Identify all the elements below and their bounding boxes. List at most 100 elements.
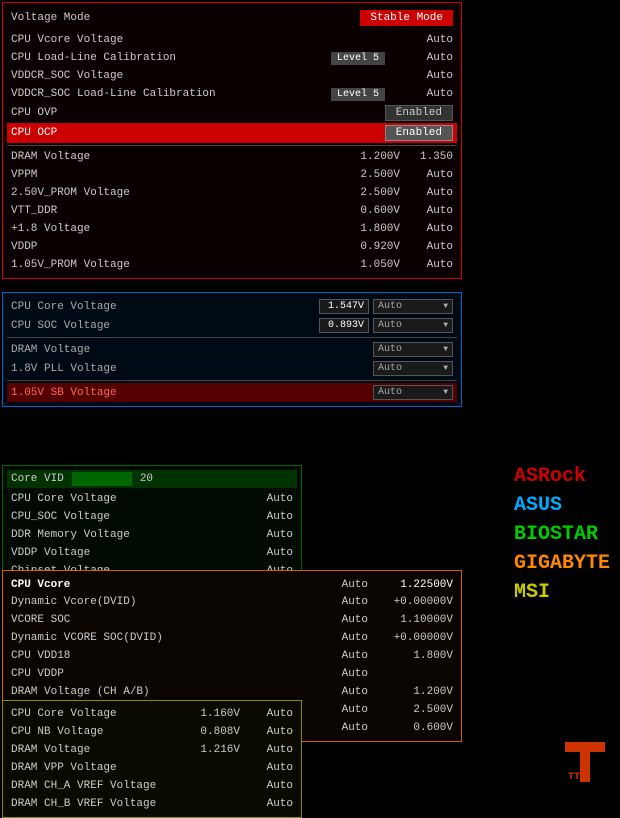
vtt-ddr-row: VTT_DDR 0.600V Auto (7, 202, 457, 220)
dropdown-arrow4-icon: ▼ (443, 364, 448, 373)
og-dvid-soc-row: Dynamic VCORE SOC(DVID) Auto +0.00000V (7, 629, 457, 647)
vddcr-soc-label: VDDCR_SOC Voltage (11, 70, 393, 82)
cpu-core-dropdown-val: Auto (378, 301, 402, 312)
asus-cpu-core-label: CPU Core Voltage (11, 301, 319, 313)
og-dvid-val: +0.00000V (368, 596, 453, 608)
msi-cpu-nb-values: 0.808V Auto (185, 726, 293, 738)
vddcr-soc-value: Auto (393, 70, 453, 82)
v18-voltage-row: +1.8 Voltage 1.800V Auto (7, 220, 457, 238)
cpu-ovp-row: CPU OVP Enabled (7, 103, 457, 123)
msi-cpu-nb-label: CPU NB Voltage (11, 726, 185, 738)
prom105-auto: Auto (408, 259, 453, 271)
vtt-ddr-num: 0.600V (345, 205, 400, 217)
og-dram-row: DRAM Voltage (CH A/B) Auto 1.200V (7, 683, 457, 701)
asus-pll-label: 1.8V PLL Voltage (11, 363, 373, 375)
msi-cpu-nb-auto: Auto (248, 726, 293, 738)
msi-panel: CPU Core Voltage 1.160V Auto CPU NB Volt… (2, 700, 302, 818)
cpu-ovp-value: Enabled (385, 105, 453, 121)
v18-voltage-label: +1.8 Voltage (11, 223, 345, 235)
og-vcore-soc-val: 1.10000V (368, 614, 453, 626)
prom105-label: 1.05V_PROM Voltage (11, 259, 345, 271)
msi-dram-values: 1.216V Auto (185, 744, 293, 756)
asus-divider2 (7, 380, 457, 381)
msi-cpu-core-row: CPU Core Voltage 1.160V Auto (7, 705, 297, 723)
prom-voltage-auto: Auto (408, 187, 453, 199)
og-ddrvpp-auto: Auto (308, 704, 368, 716)
msi-vref-a-auto: Auto (248, 780, 293, 792)
vtt-ddr-label: VTT_DDR (11, 205, 345, 217)
msi-brand: MSI (514, 581, 610, 604)
asus-dram-dropdown[interactable]: Auto ▼ (373, 342, 453, 357)
og-dvid-soc-label: Dynamic VCORE SOC(DVID) (11, 632, 308, 644)
brand-labels: ASRock ASUS BIOSTAR GIGABYTE MSI (514, 465, 610, 604)
gb-vddp-label: VDDP Voltage (11, 547, 233, 559)
msi-vref-b-label: DRAM CH_B VREF Voltage (11, 798, 185, 810)
asus-brand: ASUS (514, 494, 610, 517)
v18-voltage-auto: Auto (408, 223, 453, 235)
vddcr-soc-llc-value: Auto (393, 88, 453, 100)
asrock-panel: Voltage Mode Stable Mode CPU Vcore Volta… (2, 2, 462, 279)
cpu-llc-value: Auto (393, 52, 453, 64)
gb-ddr-label: DDR Memory Voltage (11, 529, 233, 541)
og-vdd18-val: 1.800V (368, 650, 453, 662)
msi-vref-a-row: DRAM CH_A VREF Voltage Auto (7, 777, 297, 795)
dropdown-arrow3-icon: ▼ (443, 345, 448, 354)
gb-ddr-row: DDR Memory Voltage Auto (7, 526, 297, 544)
og-dvid-soc-val: +0.00000V (368, 632, 453, 644)
og-dram-auto: Auto (308, 686, 368, 698)
msi-cpu-core-label: CPU Core Voltage (11, 708, 185, 720)
msi-dram-vpp-row: DRAM VPP Voltage Auto (7, 759, 297, 777)
og-dvid-label: Dynamic Vcore(DVID) (11, 596, 308, 608)
og-vcore-soc-label: VCORE SOC (11, 614, 308, 626)
asus-pll-dropdown[interactable]: Auto ▼ (373, 361, 453, 376)
voltage-mode-label: Voltage Mode (11, 12, 90, 24)
vtt-ddr-values: 0.600V Auto (345, 205, 453, 217)
cpu-ocp-label: CPU OCP (11, 127, 385, 139)
cpu-soc-dropdown[interactable]: Auto ▼ (373, 318, 453, 333)
og-dram-term-auto: Auto (308, 722, 368, 734)
og-dram-term-val: 0.600V (368, 722, 453, 734)
vppm-num: 2.500V (345, 169, 400, 181)
prom-voltage-label: 2.50V_PROM Voltage (11, 187, 345, 199)
gigabyte-brand: GIGABYTE (514, 552, 610, 575)
vddp-num: 0.920V (345, 241, 400, 253)
cpu-soc-input[interactable]: 0.893V (319, 318, 369, 333)
asus-panel: CPU Core Voltage 1.547V Auto ▼ CPU SOC V… (2, 292, 462, 407)
asus-cpu-core-row: CPU Core Voltage 1.547V Auto ▼ (7, 297, 457, 316)
og-vcore-soc-row: VCORE SOC Auto 1.10000V (7, 611, 457, 629)
vtt-ddr-auto: Auto (408, 205, 453, 217)
msi-vref-b-values: Auto (185, 798, 293, 810)
cpu-core-input[interactable]: 1.547V (319, 299, 369, 314)
msi-dram-vpp-label: DRAM VPP Voltage (11, 762, 185, 774)
og-vdd18-row: CPU VDD18 Auto 1.800V (7, 647, 457, 665)
cpu-vcore-row: CPU Vcore Voltage Auto (7, 31, 457, 49)
cpu-ocp-row[interactable]: CPU OCP Enabled (7, 123, 457, 143)
msi-dram-auto: Auto (248, 744, 293, 756)
cpu-core-dropdown[interactable]: Auto ▼ (373, 299, 453, 314)
msi-dram-num: 1.216V (185, 744, 240, 756)
vppm-auto: Auto (408, 169, 453, 181)
og-cpu-vcore-val: 1.22500V (368, 579, 453, 591)
gb-cpu-soc-value: Auto (233, 511, 293, 523)
msi-dram-vpp-auto: Auto (248, 762, 293, 774)
cpu-llc-row: CPU Load-Line Calibration Level 5 Auto (7, 49, 457, 67)
og-ddrvpp-val: 2.500V (368, 704, 453, 716)
core-vid-value: 20 (140, 473, 153, 485)
og-cpu-vcore-auto: Auto (308, 579, 368, 591)
msi-dram-vpp-values: Auto (185, 762, 293, 774)
og-dvid-auto: Auto (308, 596, 368, 608)
gb-cpu-core-label: CPU Core Voltage (11, 493, 233, 505)
og-dvid-row: Dynamic Vcore(DVID) Auto +0.00000V (7, 593, 457, 611)
core-vid-label: Core VID (11, 473, 64, 485)
asus-sb-dropdown[interactable]: Auto ▼ (373, 385, 453, 400)
asus-cpu-soc-label: CPU SOC Voltage (11, 320, 319, 332)
panel-header: Voltage Mode Stable Mode (7, 7, 457, 29)
prom105-values: 1.050V Auto (345, 259, 453, 271)
divider1 (7, 145, 457, 146)
v18-voltage-num: 1.800V (345, 223, 400, 235)
dram-voltage-row: DRAM Voltage 1.200V 1.350 (7, 148, 457, 166)
og-vddp-row: CPU VDDP Auto (7, 665, 457, 683)
msi-cpu-core-auto: Auto (248, 708, 293, 720)
og-cpu-vcore-label: CPU Vcore (11, 579, 308, 591)
prom-voltage-row: 2.50V_PROM Voltage 2.500V Auto (7, 184, 457, 202)
